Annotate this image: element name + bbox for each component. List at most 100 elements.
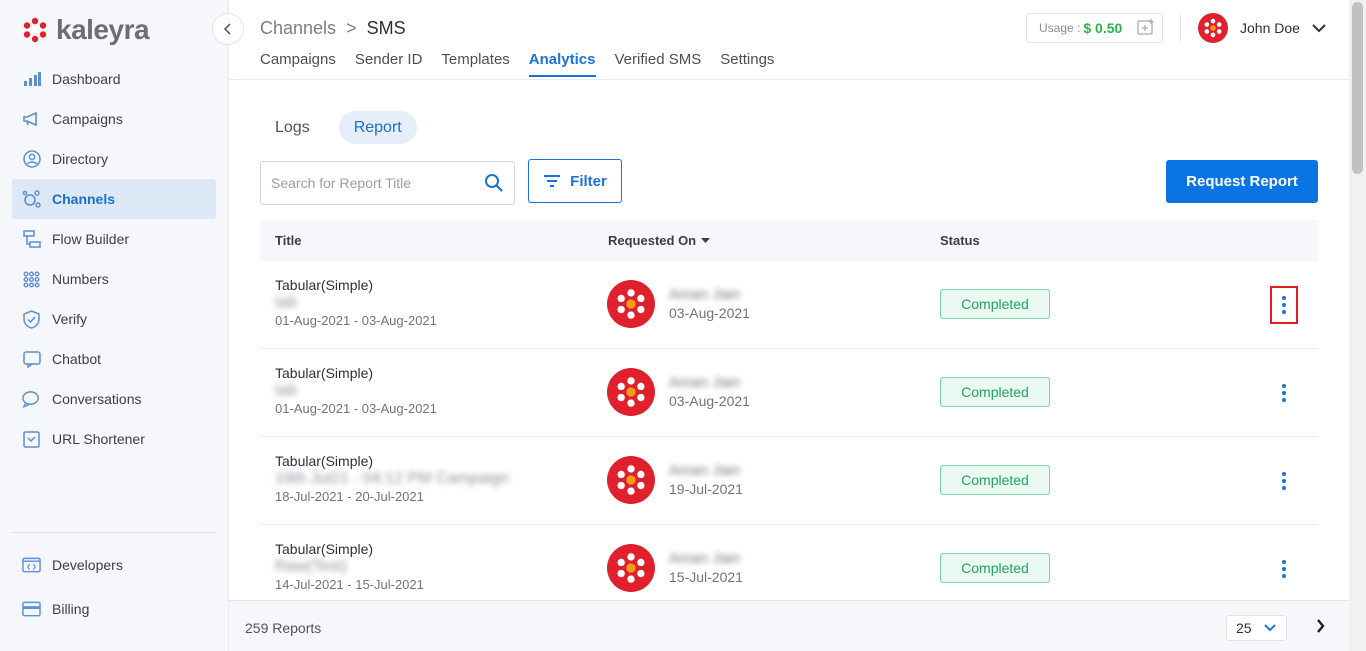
chevron-right-icon [1317, 619, 1325, 633]
subtab-logs[interactable]: Logs [260, 111, 325, 144]
search-icon[interactable] [484, 173, 504, 193]
bar-chart-icon [22, 70, 41, 89]
report-search-field[interactable]: Search for Report Title [260, 161, 515, 205]
channels-icon [22, 189, 41, 209]
requester-name: Aman Jain [669, 550, 740, 567]
sidebar-collapse-button[interactable] [212, 13, 244, 45]
requester-avatar [607, 280, 655, 328]
column-requested-on[interactable]: Requested On [608, 233, 711, 248]
flow-icon [22, 230, 41, 249]
sidebar: kaleyra Dashboard Campaigns Directory Ch… [0, 0, 229, 651]
breadcrumb-current: SMS [366, 18, 406, 38]
more-vertical-icon [1282, 472, 1286, 490]
table-header: Title Requested On Status [260, 220, 1318, 261]
usage-amount: $ 0.50 [1083, 20, 1123, 36]
sidebar-item-label: Conversations [52, 391, 142, 407]
status-badge: Completed [940, 553, 1050, 583]
sidebar-item-label: URL Shortener [52, 431, 145, 447]
requester-name: Aman Jain [669, 374, 740, 391]
page-size-select[interactable]: 25 [1226, 615, 1287, 641]
row-actions-button[interactable] [1272, 552, 1296, 586]
sidebar-item-numbers[interactable]: Numbers [12, 259, 216, 299]
kaleyra-logo-icon [23, 17, 47, 43]
page-scrollbar[interactable] [1349, 0, 1366, 651]
user-menu[interactable]: John Doe [1198, 13, 1326, 43]
row-actions-button[interactable] [1272, 464, 1296, 498]
requester-avatar [607, 456, 655, 504]
report-name: Raw(Test) [275, 558, 348, 575]
more-vertical-icon [1282, 384, 1286, 402]
row-actions-button[interactable] [1270, 286, 1298, 324]
sidebar-item-chatbot[interactable]: Chatbot [12, 339, 216, 379]
chat-bubbles-icon [22, 390, 41, 409]
filter-label: Filter [570, 172, 607, 190]
report-title-cell: Tabular(Simple) tab 01-Aug-2021 - 03-Aug… [275, 277, 437, 329]
sidebar-item-label: Developers [52, 557, 123, 573]
subtab-report[interactable]: Report [338, 111, 417, 144]
card-icon [22, 600, 41, 619]
sort-down-icon [701, 238, 711, 243]
kaleyra-logo[interactable]: kaleyra [22, 14, 150, 46]
status-badge: Completed [940, 289, 1050, 319]
add-funds-icon[interactable] [1137, 18, 1155, 39]
column-status: Status [940, 233, 980, 248]
more-vertical-icon [1282, 296, 1286, 314]
breadcrumb: Channels > SMS [260, 18, 406, 39]
sidebar-item-flow-builder[interactable]: Flow Builder [12, 219, 216, 259]
contact-icon [22, 150, 41, 169]
scrollbar-thumb[interactable] [1352, 2, 1363, 174]
table-row: Tabular(Simple) tab 01-Aug-2021 - 03-Aug… [260, 349, 1318, 437]
sidebar-item-label: Directory [52, 151, 109, 167]
sidebar-bottom-nav: Developers Billing [12, 543, 216, 631]
tab-templates[interactable]: Templates [441, 51, 509, 77]
sidebar-item-label: Dashboard [52, 71, 121, 87]
next-page-button[interactable] [1316, 619, 1325, 636]
request-report-button[interactable]: Request Report [1166, 160, 1318, 203]
requester-avatar [607, 544, 655, 592]
page-size-value: 25 [1236, 620, 1252, 636]
sidebar-item-conversations[interactable]: Conversations [12, 379, 216, 419]
sidebar-item-channels[interactable]: Channels [12, 179, 216, 219]
user-avatar [1198, 13, 1228, 43]
requester-avatar [607, 368, 655, 416]
report-name: tab [275, 294, 298, 311]
sidebar-item-label: Verify [52, 311, 88, 327]
tab-verified-sms[interactable]: Verified SMS [615, 51, 702, 77]
report-date-range: 01-Aug-2021 - 03-Aug-2021 [275, 313, 437, 328]
requested-date: 03-Aug-2021 [669, 393, 750, 409]
sidebar-item-directory[interactable]: Directory [12, 139, 216, 179]
sidebar-item-billing[interactable]: Billing [12, 587, 216, 631]
sidebar-item-campaigns[interactable]: Campaigns [12, 99, 216, 139]
chevron-down-icon [1263, 624, 1276, 632]
sidebar-item-label: Chatbot [52, 351, 102, 367]
filter-button[interactable]: Filter [528, 159, 622, 203]
requester-name: Aman Jain [669, 286, 740, 303]
tab-campaigns[interactable]: Campaigns [260, 51, 336, 77]
table-footer: 259 Reports 25 [229, 600, 1349, 651]
sidebar-item-url-shortener[interactable]: URL Shortener [12, 419, 216, 459]
sidebar-item-verify[interactable]: Verify [12, 299, 216, 339]
sidebar-item-dashboard[interactable]: Dashboard [12, 59, 216, 99]
sidebar-item-developers[interactable]: Developers [12, 543, 216, 587]
report-type: Tabular(Simple) [275, 453, 374, 469]
header-divider [1180, 14, 1181, 42]
breadcrumb-parent[interactable]: Channels [260, 18, 336, 39]
row-actions-button[interactable] [1272, 376, 1296, 410]
numbers-grid-icon [22, 270, 41, 289]
tab-settings[interactable]: Settings [720, 51, 774, 77]
link-icon [22, 430, 41, 449]
sidebar-divider [12, 532, 216, 533]
column-title: Title [275, 233, 302, 248]
sidebar-nav: Dashboard Campaigns Directory Channels F… [12, 59, 216, 459]
report-title-cell: Tabular(Simple) tab 01-Aug-2021 - 03-Aug… [275, 365, 437, 417]
tab-sender-id[interactable]: Sender ID [355, 51, 423, 77]
requester-logo-icon [617, 377, 645, 407]
usage-indicator[interactable]: Usage : $ 0.50 [1026, 13, 1163, 43]
code-icon [22, 556, 41, 575]
report-name: 19th Jul21 - 04:12 PM Campaign [275, 470, 509, 487]
tab-analytics[interactable]: Analytics [528, 51, 596, 77]
report-date-range: 01-Aug-2021 - 03-Aug-2021 [275, 401, 437, 416]
table-row: Tabular(Simple) tab 01-Aug-2021 - 03-Aug… [260, 261, 1318, 349]
megaphone-icon [22, 110, 41, 129]
search-input[interactable]: Search for Report Title [271, 175, 484, 191]
